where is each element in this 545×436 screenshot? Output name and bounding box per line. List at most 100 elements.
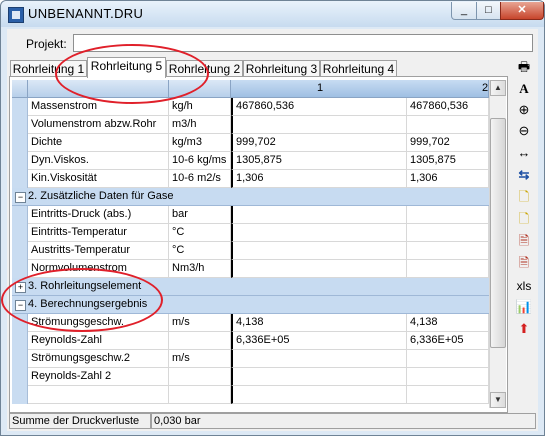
value-cell-1[interactable]: [231, 260, 407, 278]
chart-icon[interactable]: 📊: [513, 297, 535, 317]
value-cell-1[interactable]: 1305,875: [231, 152, 407, 170]
remove-pipe-icon[interactable]: 🗎: [513, 253, 535, 273]
table-row[interactable]: Normvolumenstrom Nm3/h: [12, 260, 489, 278]
collapse-toggle[interactable]: −: [15, 192, 26, 203]
row-unit: m3/h: [169, 116, 231, 134]
section-header-pipe-element[interactable]: + 3. Rohrleitungselement: [12, 278, 489, 296]
new-document-icon[interactable]: 🗋: [513, 187, 535, 207]
zoom-out-icon[interactable]: ⊖: [513, 121, 535, 141]
expand-toggle[interactable]: +: [15, 282, 26, 293]
tab-rohrleitung-1[interactable]: Rohrleitung 1: [10, 60, 87, 77]
font-icon[interactable]: A: [513, 79, 535, 99]
value-cell-1[interactable]: 4,138: [231, 314, 407, 332]
table-row[interactable]: Massenstrom kg/h 467860,536 467860,536: [12, 98, 489, 116]
value-cell-2[interactable]: [407, 350, 489, 368]
row-unit: bar: [169, 206, 231, 224]
value-cell-2[interactable]: [407, 224, 489, 242]
table-row[interactable]: Eintritts-Temperatur °C: [12, 224, 489, 242]
table-row[interactable]: Kin.Viskosität 10-6 m2/s 1,306 1,306: [12, 170, 489, 188]
value-cell-1[interactable]: [231, 242, 407, 260]
value-cell-2[interactable]: [407, 116, 489, 134]
column-header-1[interactable]: 1 2: [231, 80, 489, 98]
value-cell-1[interactable]: 6,336E+05: [231, 332, 407, 350]
row-unit: 10-6 m2/s: [169, 170, 231, 188]
value-cell-1[interactable]: 467860,536: [231, 98, 407, 116]
add-pipe-icon[interactable]: 🗎: [513, 231, 535, 251]
row-gutter: [12, 260, 28, 278]
fit-width-icon[interactable]: ↔: [513, 143, 535, 163]
value-cell-2[interactable]: 1,306: [407, 170, 489, 188]
up-arrow-icon[interactable]: ⬆: [513, 319, 535, 339]
zoom-in-icon[interactable]: ⊕: [513, 100, 535, 120]
project-input[interactable]: [73, 34, 533, 52]
table-row[interactable]: Eintritts-Druck (abs.) bar: [12, 206, 489, 224]
print-icon[interactable]: 🖶: [513, 57, 535, 77]
client-area: Projekt: Rohrleitung 1 Rohrleitung 5 Roh…: [7, 29, 538, 431]
collapse-toggle[interactable]: −: [15, 300, 26, 311]
row-name: Strömungsgeschw.2: [28, 350, 169, 368]
tab-rohrleitung-4[interactable]: Rohrleitung 4: [320, 60, 397, 77]
row-name: Dichte: [28, 134, 169, 152]
document-icon[interactable]: 🗋: [513, 209, 535, 229]
value-cell-2[interactable]: [407, 368, 489, 386]
value-cell-1[interactable]: 1,306: [231, 170, 407, 188]
maximize-button[interactable]: □: [476, 2, 501, 20]
row-unit: kg/h: [169, 98, 231, 116]
value-cell-2[interactable]: 999,702: [407, 134, 489, 152]
row-name: Eintritts-Druck (abs.): [28, 206, 169, 224]
value-cell-2[interactable]: [407, 386, 489, 404]
value-cell-1[interactable]: [231, 224, 407, 242]
vertical-scrollbar[interactable]: ▲ ▼: [489, 80, 506, 408]
table-row[interactable]: Strömungsgeschw. m/s 4,138 4,138: [12, 314, 489, 332]
row-gutter: [12, 368, 28, 386]
tab-rohrleitung-3[interactable]: Rohrleitung 3: [243, 60, 320, 77]
section-header-results[interactable]: − 4. Berechnungsergebnis: [12, 296, 489, 314]
value-cell-1[interactable]: [231, 350, 407, 368]
value-cell-1[interactable]: [231, 368, 407, 386]
row-unit: Nm3/h: [169, 260, 231, 278]
table-row[interactable]: Austritts-Temperatur °C: [12, 242, 489, 260]
tab-rohrleitung-2[interactable]: Rohrleitung 2: [166, 60, 243, 77]
data-grid[interactable]: 1 2 Massenstrom kg/h 467860,536 467860,5…: [12, 80, 489, 408]
table-row[interactable]: [12, 386, 489, 404]
scroll-up-button[interactable]: ▲: [490, 80, 506, 96]
value-cell-2[interactable]: [407, 260, 489, 278]
tab-rohrleitung-5[interactable]: Rohrleitung 5: [87, 57, 166, 78]
swap-columns-icon[interactable]: ⇆: [513, 165, 535, 185]
table-row[interactable]: Strömungsgeschw.2 m/s: [12, 350, 489, 368]
table-row[interactable]: Volumenstrom abzw.Rohr m3/h: [12, 116, 489, 134]
table-row[interactable]: Reynolds-Zahl 6,336E+05 6,336E+05: [12, 332, 489, 350]
name-column-header[interactable]: [28, 80, 169, 98]
value-cell-2[interactable]: 4,138: [407, 314, 489, 332]
row-name: Normvolumenstrom: [28, 260, 169, 278]
title-bar[interactable]: UNBENANNT.DRU _ □ ✕: [1, 1, 544, 27]
row-unit: [169, 368, 231, 386]
unit-column-header[interactable]: [169, 80, 231, 98]
app-icon[interactable]: [8, 7, 24, 23]
column-2-label: 2: [482, 82, 489, 94]
export-xls-icon[interactable]: xls: [513, 276, 535, 296]
table-row[interactable]: Reynolds-Zahl 2: [12, 368, 489, 386]
value-cell-2[interactable]: 467860,536: [407, 98, 489, 116]
value-cell-1[interactable]: 999,702: [231, 134, 407, 152]
table-row[interactable]: Dyn.Viskos. 10-6 kg/ms 1305,875 1305,875: [12, 152, 489, 170]
row-unit: m/s: [169, 350, 231, 368]
scroll-down-button[interactable]: ▼: [490, 392, 506, 408]
table-row[interactable]: Dichte kg/m3 999,702 999,702: [12, 134, 489, 152]
row-name: Kin.Viskosität: [28, 170, 169, 188]
section-header-gases[interactable]: − 2. Zusätzliche Daten für Gase: [12, 188, 489, 206]
value-cell-2[interactable]: 6,336E+05: [407, 332, 489, 350]
status-bar: Summe der Druckverluste 0,030 bar: [9, 413, 536, 429]
close-button[interactable]: ✕: [500, 2, 544, 20]
value-cell-1[interactable]: [231, 116, 407, 134]
value-cell-1[interactable]: [231, 206, 407, 224]
value-cell-2[interactable]: 1305,875: [407, 152, 489, 170]
value-cell-2[interactable]: [407, 242, 489, 260]
corner-header: [12, 80, 28, 98]
minimize-button[interactable]: _: [451, 2, 477, 20]
section-label: 2. Zusätzliche Daten für Gase: [28, 190, 174, 202]
value-cell-2[interactable]: [407, 206, 489, 224]
scroll-thumb[interactable]: [490, 118, 506, 348]
tab-panel: 1 2 Massenstrom kg/h 467860,536 467860,5…: [9, 76, 508, 413]
value-cell-1[interactable]: [231, 386, 407, 404]
